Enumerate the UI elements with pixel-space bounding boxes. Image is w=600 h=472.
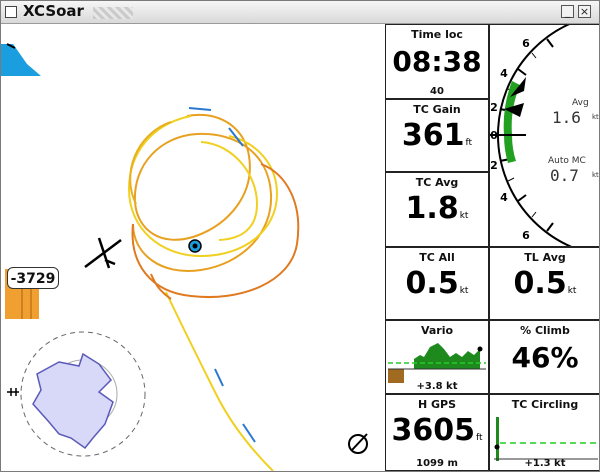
- infobox-tl-avg[interactable]: TL Avg 0.5kt: [489, 247, 599, 320]
- infobox-title: TC Gain: [413, 103, 461, 116]
- thermal-center-icon: [192, 243, 198, 249]
- infobox-comment: +3.8 kt: [416, 381, 458, 392]
- infobox-tc-all[interactable]: TC All 0.5kt: [385, 247, 489, 320]
- vario-trace-graph: [388, 343, 486, 383]
- svg-text:1.6: 1.6: [552, 108, 581, 127]
- infobox-title: Time loc: [411, 28, 463, 41]
- svg-text:kt: kt: [592, 113, 599, 121]
- logger-status-icon[interactable]: [348, 433, 368, 454]
- infobox-value: 1.8kt: [405, 191, 469, 226]
- title-bar[interactable]: XCSoar _ ×: [1, 1, 599, 24]
- infobox-tc-avg[interactable]: TC Avg 1.8kt: [385, 172, 489, 247]
- north-marker-icon: [7, 388, 19, 396]
- tc-circling-graph: [494, 417, 598, 461]
- infobox-vario-trace[interactable]: Vario +3.8 kt: [385, 320, 489, 394]
- vario-gauge[interactable]: 6 4 2 0 2 4 6 Avg 1.6 kt Auto MC 0.7 kt: [489, 24, 599, 247]
- infobox-comment: 40: [430, 86, 444, 97]
- infobox-value: 46%: [511, 341, 579, 374]
- infobox-comment: +1.3 kt: [524, 458, 566, 469]
- airspace-area: [1, 44, 41, 76]
- infobox-title: H GPS: [417, 398, 457, 411]
- infobox-percent-climb[interactable]: % Climb 46%: [489, 320, 599, 394]
- moving-map[interactable]: -3729: [1, 24, 385, 471]
- infobox-comment: 1099 m: [416, 458, 458, 469]
- svg-text:kt: kt: [592, 171, 599, 179]
- close-button[interactable]: ×: [578, 5, 591, 18]
- infobox-value: 361ft: [401, 118, 473, 153]
- window-title: XCSoar: [23, 2, 84, 20]
- svg-text:Auto MC: Auto MC: [548, 156, 586, 166]
- infobox-unit: kt: [567, 286, 577, 296]
- wind-polar-shape: [32, 352, 114, 450]
- infobox-title: % Climb: [520, 324, 570, 337]
- svg-text:4: 4: [500, 67, 508, 80]
- infobox-title: TL Avg: [524, 251, 566, 264]
- infobox-value: 3605ft: [391, 413, 483, 448]
- infobox-time-local[interactable]: Time loc 08:38 40: [385, 24, 489, 99]
- infobox-title: TC All: [419, 251, 455, 264]
- infobox-tc-gain[interactable]: TC Gain 361ft: [385, 99, 489, 172]
- altitude-flag: -3729: [7, 267, 59, 289]
- xcsoar-window: XCSoar _ × -3729 Time loc 08:38 40 TC Ga…: [0, 0, 600, 472]
- svg-text:6: 6: [522, 37, 530, 50]
- infobox-value: 0.5kt: [405, 266, 469, 301]
- window-menu-icon[interactable]: [5, 6, 17, 18]
- svg-text:4: 4: [500, 191, 508, 204]
- infobox-tc-circling[interactable]: TC Circling +1.3 kt: [489, 394, 599, 471]
- infobox-unit: ft: [465, 138, 473, 148]
- infobox-unit: ft: [475, 433, 483, 443]
- minimize-button[interactable]: _: [561, 5, 574, 18]
- titlebar-decoration: [93, 7, 133, 19]
- svg-text:2: 2: [490, 101, 498, 114]
- infobox-unit: kt: [459, 286, 469, 296]
- svg-text:Avg: Avg: [572, 98, 589, 108]
- infobox-title: TC Avg: [415, 176, 459, 189]
- infobox-unit: kt: [459, 211, 469, 221]
- infobox-h-gps[interactable]: H GPS 3605ft 1099 m: [385, 394, 489, 471]
- svg-text:0.7: 0.7: [550, 166, 579, 185]
- infobox-value: 0.5kt: [513, 266, 577, 301]
- glider-icon: [84, 237, 122, 269]
- map-canvas: [1, 43, 368, 471]
- flight-trail: [127, 107, 300, 471]
- svg-text:2: 2: [490, 159, 498, 172]
- infobox-value: 08:38: [392, 45, 482, 78]
- svg-text:6: 6: [522, 229, 530, 242]
- vario-gauge-dial: 6 4 2 0 2 4 6 Avg 1.6 kt Auto MC 0.7 kt: [490, 25, 599, 246]
